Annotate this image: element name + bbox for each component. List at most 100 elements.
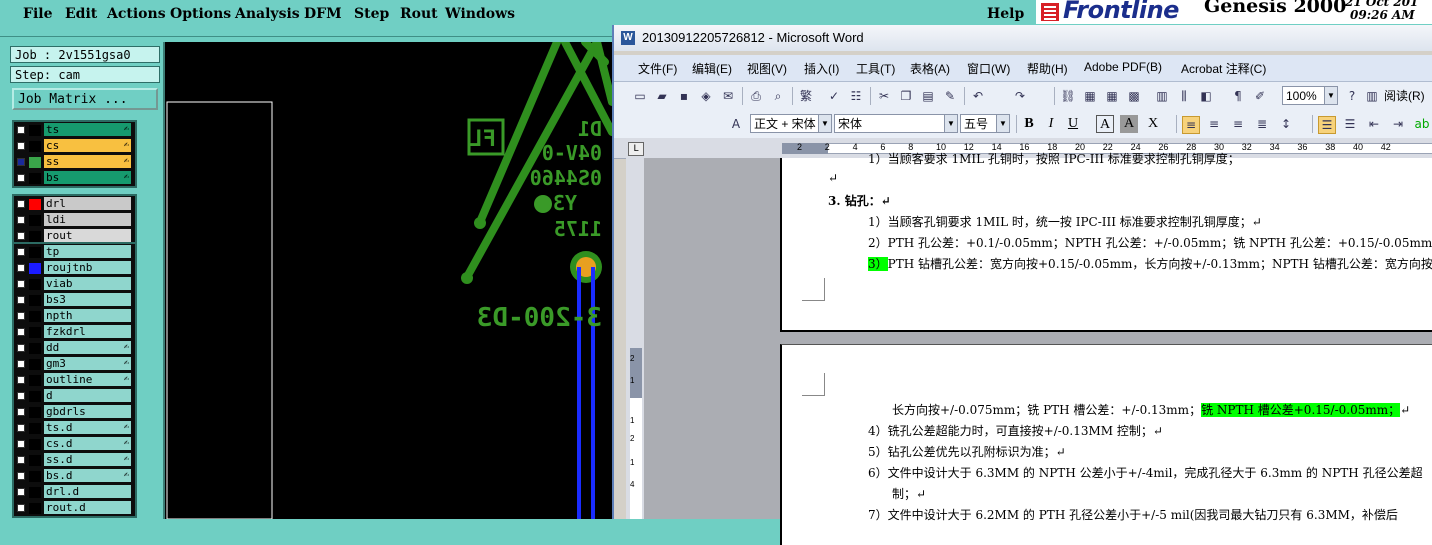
layer-checkbox[interactable] xyxy=(17,472,25,480)
ink-icon[interactable]: ✐ xyxy=(1252,88,1268,104)
zoom-select[interactable]: 100% ▼ xyxy=(1282,86,1338,105)
bullets-icon[interactable]: ☰ xyxy=(1342,116,1358,132)
word-menu-window[interactable]: 窗口(W) xyxy=(967,60,1010,77)
layer-row[interactable]: tp xyxy=(14,245,135,259)
layer-color-swatch[interactable] xyxy=(29,141,41,152)
underline-button[interactable]: U xyxy=(1064,115,1082,133)
read-button[interactable]: 阅读(R) xyxy=(1384,87,1425,104)
menu-file[interactable]: File xyxy=(23,6,52,22)
layer-checkbox[interactable] xyxy=(17,216,25,224)
research-icon[interactable]: ☷ xyxy=(848,88,864,104)
layer-color-swatch[interactable] xyxy=(29,295,41,306)
word-menu-help[interactable]: 帮助(H) xyxy=(1027,60,1068,77)
layer-row[interactable]: ts.d ✍ xyxy=(14,421,135,435)
layer-color-swatch[interactable] xyxy=(29,503,41,514)
help-icon[interactable]: ? xyxy=(1344,88,1360,104)
layer-name[interactable]: ss ✍ xyxy=(44,155,131,168)
email-icon[interactable]: ✉ xyxy=(720,88,736,104)
word-menu-file[interactable]: 文件(F) xyxy=(638,60,677,77)
document-line[interactable]: ↵ xyxy=(828,171,838,185)
job-matrix-button[interactable]: Job Matrix ... xyxy=(12,88,158,110)
font-select[interactable]: 宋体 ▼ xyxy=(834,114,958,133)
layer-name[interactable]: cs ✍ xyxy=(44,139,131,152)
increase-indent-icon[interactable]: ⇥ xyxy=(1390,116,1406,132)
line-spacing-icon[interactable]: ↕ xyxy=(1278,116,1294,132)
style-select[interactable]: 正文 + 宋体 ▼ xyxy=(750,114,832,133)
layer-name[interactable]: tp xyxy=(44,245,131,258)
menu-windows[interactable]: Windows xyxy=(445,6,515,22)
layer-checkbox[interactable] xyxy=(17,264,25,272)
layer-color-swatch[interactable] xyxy=(29,247,41,258)
paste-icon[interactable]: ▤ xyxy=(920,88,936,104)
layer-row[interactable]: rout xyxy=(14,229,135,243)
print-icon[interactable]: ⎙ xyxy=(748,88,764,104)
insert-excel-icon[interactable]: ▩ xyxy=(1126,88,1142,104)
bold-button[interactable]: B xyxy=(1020,115,1038,133)
layer-name[interactable]: roujtnb xyxy=(44,261,131,274)
layer-checkbox[interactable] xyxy=(17,344,25,352)
layer-checkbox[interactable] xyxy=(17,408,25,416)
layer-name[interactable]: drl.d xyxy=(44,485,131,498)
layer-checkbox[interactable] xyxy=(17,200,25,208)
char-scaling-button[interactable]: X xyxy=(1144,115,1162,133)
layer-name[interactable]: bs.d ✍ xyxy=(44,469,131,482)
word-menu-view[interactable]: 视图(V) xyxy=(747,60,787,77)
layer-checkbox[interactable] xyxy=(17,158,25,166)
layer-row[interactable]: ss ✍ xyxy=(14,155,135,169)
layer-row[interactable]: gm3 ✍ xyxy=(14,357,135,371)
layer-name[interactable]: rout xyxy=(44,229,131,242)
format-painter-icon[interactable]: ✎ xyxy=(942,88,958,104)
layer-color-swatch[interactable] xyxy=(29,215,41,226)
layer-color-swatch[interactable] xyxy=(29,471,41,482)
word-menu-edit[interactable]: 编辑(E) xyxy=(692,60,732,77)
document-line[interactable]: 1）当顾客孔铜要求 1MIL 时，统一按 IPC-III 标准要求控制孔铜厚度；… xyxy=(868,213,1262,230)
layer-name[interactable]: outline ✍ xyxy=(44,373,131,386)
layer-row[interactable]: dd ✍ xyxy=(14,341,135,355)
layer-row[interactable]: ldi xyxy=(14,213,135,227)
layer-name[interactable]: bs3 xyxy=(44,293,131,306)
char-border-button[interactable]: A xyxy=(1096,115,1114,133)
layer-row[interactable]: fzkdrl xyxy=(14,325,135,339)
layer-row[interactable]: bs.d ✍ xyxy=(14,469,135,483)
layer-color-swatch[interactable] xyxy=(29,359,41,370)
layer-row[interactable]: ts ✍ xyxy=(14,123,135,137)
layer-checkbox[interactable] xyxy=(17,424,25,432)
print-preview-icon[interactable]: ⌕ xyxy=(770,88,786,104)
layer-color-swatch[interactable] xyxy=(29,455,41,466)
document-line[interactable]: 3. 钻孔：↵ xyxy=(828,192,891,209)
layer-checkbox[interactable] xyxy=(17,142,25,150)
permission-icon[interactable]: ◈ xyxy=(698,88,714,104)
document-line[interactable]: 3）PTH 钻槽孔公差：宽方向按+0.15/-0.05mm，长方向按+/-0.1… xyxy=(868,255,1432,272)
drawing-icon[interactable]: ⫼ xyxy=(1176,88,1192,104)
layer-name[interactable]: fzkdrl xyxy=(44,325,131,338)
document-line[interactable]: 7）文件中设计大于 6.2MM 的 PTH 孔径公差小于+/-5 mil(因我司… xyxy=(868,506,1398,523)
distributed-icon[interactable]: ≣ xyxy=(1254,116,1270,132)
align-justify-icon[interactable]: ≡ xyxy=(1182,116,1200,134)
layer-row[interactable]: drl xyxy=(14,197,135,211)
layer-color-swatch[interactable] xyxy=(29,157,41,168)
word-menu-table[interactable]: 表格(A) xyxy=(910,60,950,77)
menu-dfm[interactable]: DFM xyxy=(304,6,342,22)
layer-row[interactable]: outline ✍ xyxy=(14,373,135,387)
cut-icon[interactable]: ✂ xyxy=(876,88,892,104)
layer-row[interactable]: npth xyxy=(14,309,135,323)
layer-checkbox[interactable] xyxy=(17,126,25,134)
document-line[interactable]: 长方向按+/-0.075mm；铣 PTH 槽公差：+/-0.13mm；铣 NPT… xyxy=(892,401,1410,418)
menu-options[interactable]: Options xyxy=(170,6,231,22)
layer-name[interactable]: cs.d ✍ xyxy=(44,437,131,450)
layer-name[interactable]: rout.d xyxy=(44,501,131,514)
layer-row[interactable]: cs ✍ xyxy=(14,139,135,153)
layer-name[interactable]: gbdrls xyxy=(44,405,131,418)
layer-row[interactable]: drl.d xyxy=(14,485,135,499)
layer-color-swatch[interactable] xyxy=(29,311,41,322)
document-map-icon[interactable]: ◧ xyxy=(1198,88,1214,104)
menu-step[interactable]: Step xyxy=(354,6,389,22)
layer-color-swatch[interactable] xyxy=(29,279,41,290)
save-icon[interactable]: ▪ xyxy=(676,88,692,104)
layer-name[interactable]: d xyxy=(44,389,131,402)
layer-checkbox[interactable] xyxy=(17,392,25,400)
graphics-canvas[interactable]: FL D1 04V-0 0S4460 Y3 1175 3-200-D3 xyxy=(165,42,612,519)
layer-checkbox[interactable] xyxy=(17,232,25,240)
layer-name[interactable]: ldi xyxy=(44,213,131,226)
word-titlebar[interactable]: W 20130912205726812 - Microsoft Word xyxy=(614,25,1432,51)
